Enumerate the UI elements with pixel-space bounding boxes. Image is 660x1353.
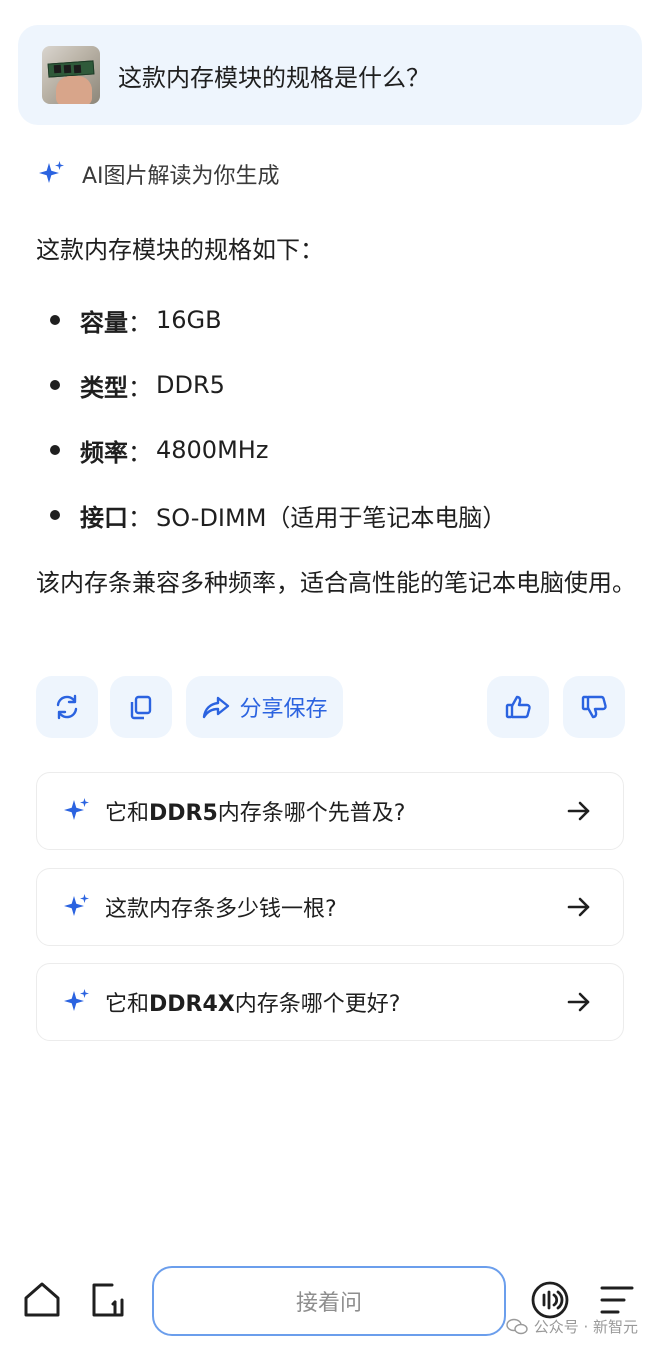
share-save-label: 分享保存 [239, 697, 328, 722]
spec-item: 接口： SO-DIMM（适用于笔记本电脑） [50, 495, 506, 535]
spec-colon: ： [128, 308, 152, 337]
watermark: 公众号 · 新智元 [505, 1316, 638, 1337]
new-chat-icon[interactable] [88, 1280, 128, 1320]
menu-icon[interactable] [598, 1280, 638, 1320]
refresh-icon [56, 694, 78, 720]
spec-key: 容量 [80, 308, 128, 337]
voice-icon[interactable] [530, 1280, 570, 1320]
regenerate-button[interactable] [36, 676, 98, 738]
sparkle-icon [64, 798, 89, 820]
sparkle-icon [39, 161, 64, 183]
suggestion-item[interactable]: 它和DDR4X内存条哪个更好? [36, 963, 624, 1041]
wechat-icon [505, 1318, 528, 1334]
ai-generated-label: AI图片解读为你生成 [36, 158, 280, 190]
arrow-right-icon [567, 801, 590, 821]
thumbs-up-icon [505, 695, 531, 719]
suggestion-item[interactable]: 这款内存条多少钱一根? [36, 868, 624, 946]
thumbnail-hand [56, 76, 92, 104]
spec-value: 4800MHz [156, 436, 269, 464]
thumbs-down-icon [581, 695, 607, 719]
suggestion-text: 它和DDR4X内存条哪个更好? [105, 992, 401, 1017]
spec-colon: ： [128, 438, 152, 467]
spec-colon: ： [128, 503, 152, 532]
copy-button[interactable] [110, 676, 172, 738]
thumbs-up-button[interactable] [487, 676, 549, 738]
ai-label-text: AI图片解读为你生成 [82, 164, 280, 189]
memory-module-thumbnail[interactable] [42, 46, 100, 104]
bullet [50, 445, 60, 455]
sparkle-icon [64, 894, 89, 916]
spec-value: DDR5 [156, 371, 225, 399]
bullet [50, 315, 60, 325]
copy-icon [130, 695, 152, 720]
answer-intro: 这款内存模块的规格如下： [36, 236, 324, 264]
arrow-right-icon [567, 897, 590, 917]
share-save-button[interactable]: 分享保存 [186, 676, 343, 738]
watermark-text: 公众号 · 新智元 [533, 1318, 638, 1336]
suggestion-text: 它和DDR5内存条哪个先普及? [105, 801, 406, 826]
spec-key: 类型 [80, 373, 128, 402]
suggestion-text: 这款内存条多少钱一根? [105, 897, 337, 922]
spec-colon: ： [128, 373, 152, 402]
bottom-bar: 接着问 公众号 · 新智元 [0, 1260, 660, 1353]
spec-key: 频率 [80, 438, 128, 467]
home-icon[interactable] [22, 1280, 62, 1320]
user-question-bubble: 这款内存模块的规格是什么？ [18, 25, 642, 125]
spec-item: 频率： 4800MHz [50, 430, 506, 470]
answer-outro: 该内存条兼容多种频率，适合高性能的笔记本电脑使用。 [36, 569, 636, 597]
sparkle-icon [64, 989, 89, 1011]
spec-value: SO-DIMM（适用于笔记本电脑） [156, 503, 507, 532]
spec-item: 容量： 16GB [50, 300, 506, 340]
share-icon [203, 696, 230, 719]
spec-key: 接口 [80, 503, 128, 532]
bullet [50, 510, 60, 520]
spec-item: 类型： DDR5 [50, 365, 506, 405]
question-text: 这款内存模块的规格是什么？ [118, 63, 430, 92]
spec-value: 16GB [156, 306, 222, 334]
ask-followup-input[interactable]: 接着问 [152, 1266, 506, 1336]
arrow-right-icon [567, 992, 590, 1012]
bullet [50, 380, 60, 390]
spec-list: 容量： 16GB 类型： DDR5 频率： 4800MHz 接口： SO-DIMM（适用… [50, 300, 506, 560]
thumbs-down-button[interactable] [563, 676, 625, 738]
suggestion-item[interactable]: 它和DDR5内存条哪个先普及? [36, 772, 624, 850]
